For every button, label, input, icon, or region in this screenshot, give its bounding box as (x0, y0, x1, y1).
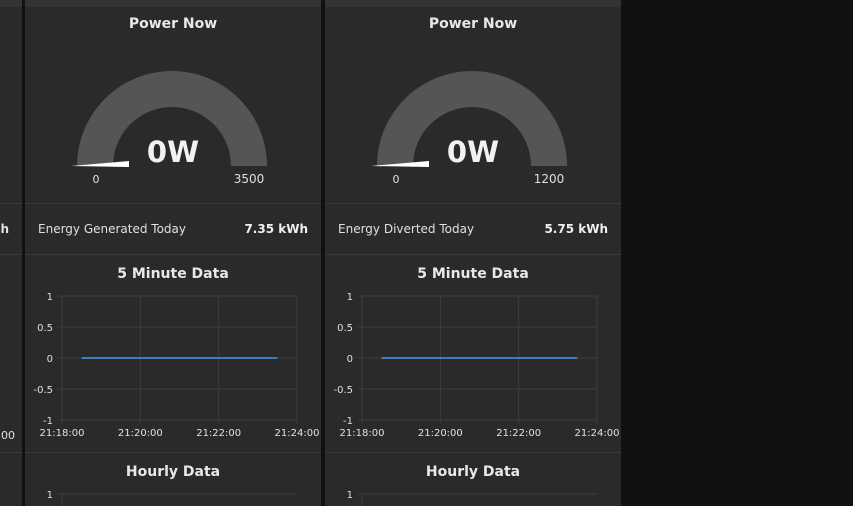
x-tick-label: 21:20:00 (118, 428, 163, 439)
x-tick-label: 21:18:00 (340, 428, 385, 439)
x-tick-fragment: :00 (0, 429, 15, 442)
five-minute-chart: 1 0.5 0 -0.5 -121:18:00 21:20:00 21:22:00 21:24… (33, 292, 320, 439)
five-minute-chart: 1 0.5 0 -0.5 -121:18:00 21:20:00 21:22:00 21:24… (333, 292, 620, 439)
gauge-min-label: 0 (93, 173, 100, 186)
y-tick-label: 1 (347, 490, 353, 501)
chart-title-hourly: Hourly Data (125, 464, 221, 480)
chart-title-hourly: Hourly Data (425, 464, 521, 480)
divider (0, 452, 22, 453)
stat-label-energy-diverted: Energy Diverted Today (338, 222, 475, 236)
divider (325, 203, 621, 204)
gauge-value: 0W (147, 135, 199, 169)
divider (25, 254, 321, 255)
dashboard-column-partial: h :00 (0, 0, 22, 506)
y-tick-label: 0.5 (37, 323, 53, 334)
y-tick-label: -1 (343, 416, 353, 427)
x-tick-label: 21:24:00 (575, 428, 620, 439)
x-tick-label: 21:22:00 (496, 428, 541, 439)
stat-value-energy-diverted: 5.75 kWh (544, 222, 608, 236)
dashboard-column-diversion: Power Now 0W 0 1200 Energy Diverted Toda… (325, 0, 621, 506)
gauge-max-label: 1200 (534, 172, 565, 186)
gauge-min-label: 0 (393, 173, 400, 186)
chart-title-5min: 5 Minute Data (417, 266, 529, 282)
stat-value-energy-generated: 7.35 kWh (244, 222, 308, 236)
gauge-value: 0W (447, 135, 499, 169)
hourly-chart: 1 (47, 490, 297, 506)
divider (25, 203, 321, 204)
x-tick-label: 21:20:00 (418, 428, 463, 439)
dashboard-column-generation: Power Now 0W 0 3500 Energy Generated Tod… (25, 0, 321, 506)
x-tick-label: 21:18:00 (40, 428, 85, 439)
y-tick-label: 0 (47, 354, 53, 365)
x-tick-label: 21:22:00 (196, 428, 241, 439)
y-tick-label: -0.5 (33, 385, 53, 396)
x-tick-label: 21:24:00 (275, 428, 320, 439)
divider (325, 452, 621, 453)
divider (0, 254, 22, 255)
y-tick-label: 1 (47, 292, 53, 303)
divider (25, 452, 321, 453)
y-tick-label: 0 (347, 354, 353, 365)
gauge-max-label: 3500 (234, 172, 265, 186)
y-tick-label: 0.5 (337, 323, 353, 334)
y-tick-label: 1 (47, 490, 53, 501)
stat-label-energy-generated: Energy Generated Today (38, 222, 187, 236)
stat-value-fragment: h (0, 222, 9, 236)
power-gauge: 0W 0 1200 (371, 71, 567, 186)
y-tick-label: 1 (347, 292, 353, 303)
divider (0, 203, 22, 204)
power-gauge: 0W 0 3500 (71, 71, 267, 186)
divider (325, 254, 621, 255)
y-tick-label: -1 (43, 416, 53, 427)
chart-title-5min: 5 Minute Data (117, 266, 229, 282)
y-tick-label: -0.5 (333, 385, 353, 396)
column-header-strip (0, 0, 22, 7)
hourly-chart: 1 (347, 490, 597, 506)
